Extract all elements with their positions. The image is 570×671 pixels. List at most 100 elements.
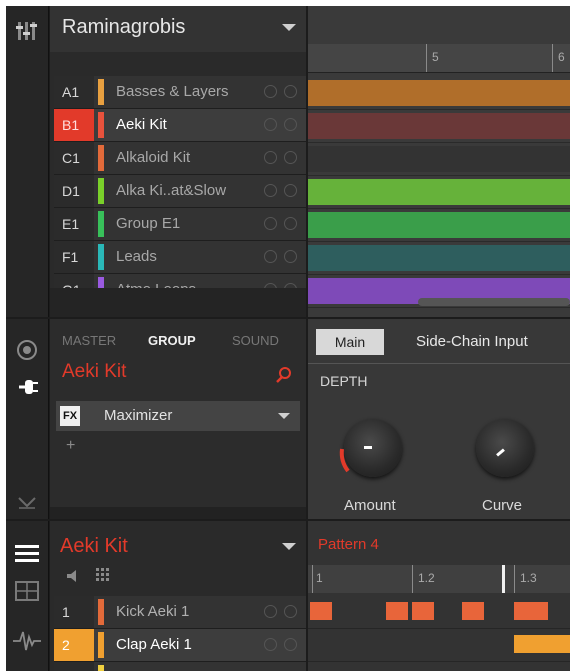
arranger-clip[interactable] — [308, 212, 570, 238]
ruler-label: 6 — [558, 50, 565, 64]
speaker-icon[interactable] — [66, 569, 82, 583]
waveform-icon[interactable] — [12, 629, 42, 653]
arranger-ruler[interactable]: 5 6 — [308, 44, 570, 73]
chevron-down-icon[interactable] — [282, 543, 296, 550]
divider — [308, 363, 570, 364]
power-icon[interactable] — [284, 151, 297, 164]
tab-sound[interactable]: SOUND — [232, 333, 279, 348]
ruler-tick — [426, 44, 427, 72]
mute-icon[interactable] — [264, 638, 277, 651]
arranger-lane[interactable] — [308, 143, 570, 176]
sound-row[interactable]: 3 Closed...Aeki 1 — [54, 662, 306, 671]
plugin-slot[interactable]: FX Maximizer — [56, 401, 300, 431]
group-name: Basses & Layers — [116, 83, 229, 100]
group-slot: A1 — [54, 76, 94, 108]
playhead[interactable] — [502, 565, 505, 593]
amount-knob[interactable] — [339, 419, 402, 477]
tab-master[interactable]: MASTER — [62, 333, 116, 348]
sound-row[interactable]: 1 Kick Aeki 1 — [54, 596, 306, 629]
ruler-tick — [312, 565, 313, 593]
group-color-swatch — [98, 178, 104, 204]
arranger-scrollbar[interactable] — [418, 298, 570, 306]
arrow-down-icon[interactable] — [18, 497, 36, 509]
sound-slot: 2 — [54, 629, 94, 661]
pattern-note[interactable] — [412, 602, 434, 620]
mute-icon[interactable] — [264, 118, 277, 131]
pattern-note[interactable] — [386, 602, 408, 620]
group-row[interactable]: B1 Aeki Kit — [54, 109, 306, 142]
ruler-tick — [552, 44, 553, 72]
curve-knob[interactable] — [476, 419, 534, 477]
arranger-clip[interactable] — [308, 80, 570, 106]
sound-row[interactable]: 2 Clap Aeki 1 — [54, 629, 306, 662]
mute-icon[interactable] — [264, 250, 277, 263]
mute-icon[interactable] — [264, 151, 277, 164]
power-icon[interactable] — [284, 217, 297, 230]
sound-name: Clap Aeki 1 — [116, 636, 192, 653]
arranger-clip[interactable] — [308, 245, 570, 271]
left-toolbar-top — [6, 6, 49, 317]
group-row[interactable]: A1 Basses & Layers — [54, 76, 306, 109]
keyboard-view-icon[interactable] — [15, 581, 39, 601]
pattern-lane[interactable] — [308, 596, 570, 629]
tab-side-chain-input[interactable]: Side-Chain Input — [416, 333, 528, 350]
grid-icon[interactable] — [96, 568, 112, 584]
group-row[interactable]: G1 Atmo Loops — [54, 274, 306, 288]
mute-icon[interactable] — [264, 85, 277, 98]
pattern-editor[interactable]: Pattern 4 1 1.2 1.3 — [308, 521, 570, 671]
mute-icon[interactable] — [264, 605, 277, 618]
pattern-note[interactable] — [462, 602, 484, 620]
group-row[interactable]: D1 Alka Ki..at&Slow — [54, 175, 306, 208]
group-list-panel: Raminagrobis A1 Basses & Layers B1 Aeki Kit… — [50, 6, 306, 317]
arranger-clip[interactable] — [308, 146, 570, 172]
arranger-lane[interactable] — [308, 242, 570, 275]
ruler-label: 1.2 — [418, 571, 435, 585]
pattern-lane[interactable] — [308, 662, 570, 671]
power-icon[interactable] — [284, 605, 297, 618]
power-icon[interactable] — [284, 638, 297, 651]
plug-icon[interactable] — [15, 377, 39, 397]
power-icon[interactable] — [284, 184, 297, 197]
group-color-swatch — [98, 112, 104, 138]
sound-color-swatch — [98, 665, 104, 671]
power-icon[interactable] — [284, 250, 297, 263]
ruler-tick — [412, 565, 413, 593]
sound-group-title[interactable]: Aeki Kit — [60, 535, 128, 558]
pattern-list-icon[interactable] — [15, 543, 39, 565]
mute-icon[interactable] — [264, 184, 277, 197]
arranger-lane[interactable] — [308, 209, 570, 242]
arranger-lane[interactable] — [308, 110, 570, 143]
power-icon[interactable] — [284, 118, 297, 131]
mixer-icon[interactable] — [16, 20, 38, 42]
arranger-clip[interactable] — [308, 179, 570, 205]
group-row[interactable]: E1 Group E1 — [54, 208, 306, 241]
add-plugin-button[interactable]: + — [66, 437, 75, 455]
power-icon[interactable] — [284, 85, 297, 98]
tab-group[interactable]: GROUP — [148, 333, 196, 348]
arranger-lane[interactable] — [308, 77, 570, 110]
group-slot: D1 — [54, 175, 94, 207]
pattern-name[interactable]: Pattern 4 — [318, 536, 379, 553]
search-icon[interactable] — [276, 367, 292, 383]
maschine-window: Raminagrobis A1 Basses & Layers B1 Aeki Kit… — [6, 6, 570, 671]
project-title[interactable]: Raminagrobis — [62, 16, 185, 39]
mute-icon[interactable] — [264, 217, 277, 230]
group-row[interactable]: C1 Alkaloid Kit — [54, 142, 306, 175]
plugin-group-title: Aeki Kit — [62, 361, 127, 382]
pattern-note[interactable] — [514, 635, 570, 653]
chevron-down-icon[interactable] — [278, 413, 290, 419]
pattern-lane[interactable] — [308, 629, 570, 662]
arranger-view[interactable]: 5 6 — [308, 6, 570, 317]
left-toolbar-middle — [6, 319, 49, 519]
chevron-down-icon[interactable] — [282, 24, 296, 31]
pattern-note[interactable] — [310, 602, 332, 620]
pattern-ruler[interactable]: 1 1.2 1.3 — [308, 565, 570, 593]
group-name: Alkaloid Kit — [116, 149, 191, 166]
tab-main[interactable]: Main — [316, 329, 384, 355]
mute-circle-icon[interactable] — [16, 339, 38, 361]
arranger-lane[interactable] — [308, 176, 570, 209]
group-name: Group E1 — [116, 215, 181, 232]
pattern-note[interactable] — [514, 602, 548, 620]
arranger-clip[interactable] — [308, 113, 570, 139]
group-row[interactable]: F1 Leads — [54, 241, 306, 274]
